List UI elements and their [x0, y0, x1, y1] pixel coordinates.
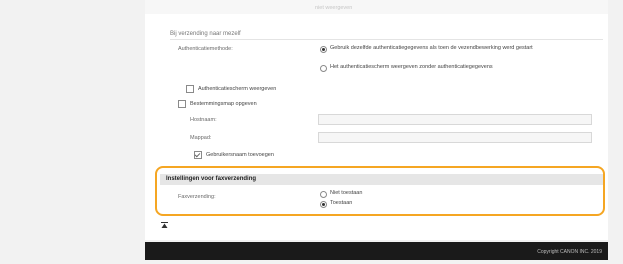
radio-unselected-icon[interactable]: [320, 65, 327, 72]
auth-option-2-label: Het authenticatiescherm weergeven zonder…: [330, 64, 493, 70]
auth-option-show-screen[interactable]: Het authenticatiescherm weergeven zonder…: [320, 64, 493, 72]
section-divider: [170, 39, 603, 40]
show-auth-screen-checkbox[interactable]: Authenticatiescherm weergeven: [186, 85, 276, 93]
right-margin: [608, 0, 623, 264]
checkbox-unchecked-icon[interactable]: [186, 85, 194, 93]
folder-path-label: Mappad:: [190, 135, 212, 141]
footer-bar: Copyright CANON INC. 2019: [145, 242, 608, 260]
auth-option-1-label: Gebruik dezelfde authenticatiegegevens a…: [330, 45, 533, 51]
top-strip: [145, 0, 608, 14]
section-title-sending: Bij verzending naar mezelf: [170, 31, 241, 37]
dest-folder-checkbox[interactable]: Bestemmingsmap opgeven: [178, 100, 257, 108]
scroll-top-icon[interactable]: [161, 222, 168, 229]
copyright-text: Copyright CANON INC. 2019: [537, 249, 602, 255]
hostname-label: Hostnaam:: [190, 117, 217, 123]
auth-option-same-credentials[interactable]: Gebruik dezelfde authenticatiegegevens a…: [320, 45, 592, 53]
checkbox-unchecked-icon[interactable]: [178, 100, 186, 108]
dest-folder-label: Bestemmingsmap opgeven: [190, 101, 257, 107]
folder-path-input[interactable]: [318, 132, 592, 143]
add-username-checkbox[interactable]: Gebruikersnaam toevoegen: [194, 151, 274, 159]
checkbox-checked-icon[interactable]: [194, 151, 202, 159]
add-username-label: Gebruikersnaam toevoegen: [206, 152, 274, 158]
show-auth-screen-label: Authenticatiescherm weergeven: [198, 86, 277, 92]
auth-method-label: Authenticatiemethode:: [178, 46, 233, 52]
hostname-input[interactable]: [318, 114, 592, 125]
highlight-box: [155, 166, 605, 216]
radio-selected-icon[interactable]: [320, 46, 327, 53]
partial-option-text: niet weergeven: [315, 5, 353, 11]
